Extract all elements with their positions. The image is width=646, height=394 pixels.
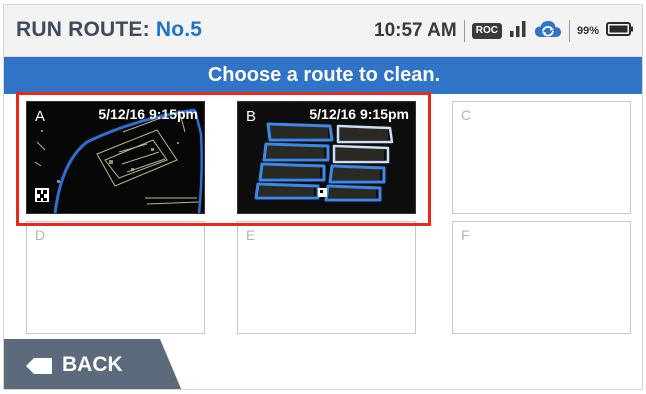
route-letter: E [246, 227, 256, 243]
dock-icon [35, 188, 49, 202]
route-slot-a[interactable]: A 5/12/16 9:15pm [26, 101, 205, 214]
cloud-sync-icon [534, 19, 562, 44]
page-title: RUN ROUTE: No.5 [16, 18, 202, 42]
route-letter: F [461, 227, 470, 243]
route-letter: A [35, 108, 46, 125]
dock-icon [318, 188, 327, 197]
back-label: BACK [62, 353, 123, 376]
back-arrow-icon [26, 358, 52, 374]
roc-badge: ROC [471, 23, 502, 39]
route-slot-d[interactable]: D [26, 221, 205, 334]
battery-percent: 99% [576, 25, 599, 37]
battery-icon [606, 21, 634, 42]
run-route-screen: RUN ROUTE: No.5 10:57 AM ROC 99% Choose … [3, 4, 643, 390]
signal-bars-icon [509, 20, 527, 43]
back-button[interactable]: BACK [4, 339, 184, 389]
route-slot-c[interactable]: C [452, 101, 631, 214]
route-slot-f[interactable]: F [452, 221, 631, 334]
route-timestamp: 5/12/16 9:15pm [309, 106, 409, 122]
divider [463, 20, 465, 42]
route-slot-b[interactable]: B 5/12/16 9:15pm [237, 101, 416, 214]
clock: 10:57 AM [374, 20, 457, 41]
route-letter: D [35, 227, 46, 243]
route-letter: C [461, 107, 472, 123]
route-letter: B [246, 108, 257, 125]
title-prefix: RUN ROUTE: [16, 18, 150, 41]
status-bar: RUN ROUTE: No.5 10:57 AM ROC 99% [4, 5, 642, 57]
status-indicators: 10:57 AM ROC 99% [374, 17, 634, 45]
divider [568, 20, 570, 42]
route-timestamp: 5/12/16 9:15pm [98, 106, 198, 122]
route-slot-e[interactable]: E [237, 221, 416, 334]
instruction-banner: Choose a route to clean. [4, 57, 642, 94]
route-number: No.5 [155, 18, 203, 41]
